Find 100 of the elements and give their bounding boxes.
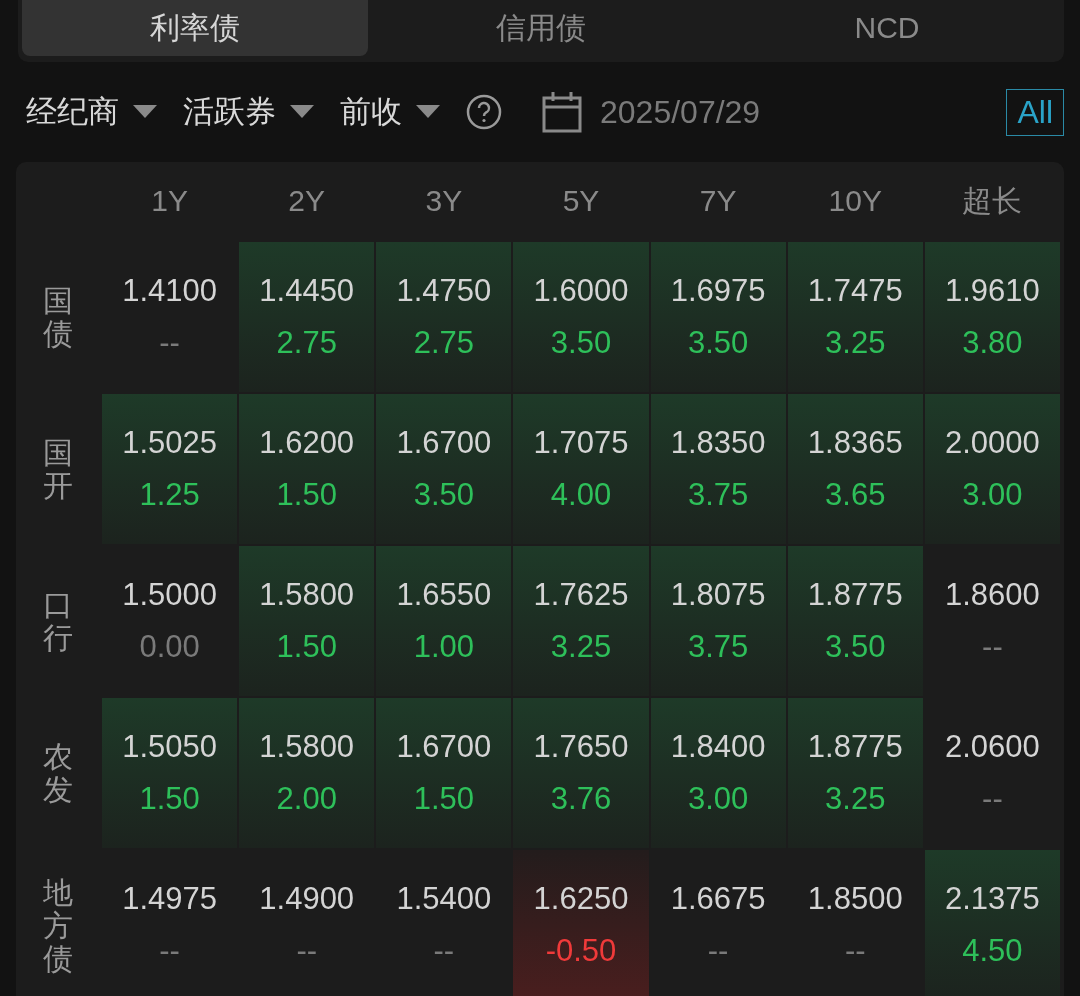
- yield-value: 1.4450: [259, 273, 355, 309]
- change-value: 3.25: [825, 781, 886, 817]
- yield-cell[interactable]: 1.4750 2.75: [376, 242, 512, 392]
- change-value: --: [982, 781, 1003, 817]
- yield-value: 1.5025: [122, 425, 217, 461]
- yield-cell[interactable]: 1.5800 1.50: [239, 546, 375, 696]
- yield-cell[interactable]: 1.8600 --: [924, 546, 1060, 696]
- tab[interactable]: 信用债: [368, 0, 714, 56]
- yield-cell[interactable]: 1.4100 --: [102, 242, 238, 392]
- yield-cell[interactable]: 1.6675 --: [650, 850, 786, 996]
- yield-cell[interactable]: 1.9610 3.80: [924, 242, 1060, 392]
- row-label: 农发: [43, 740, 73, 806]
- change-value: 1.50: [276, 477, 337, 513]
- column-header: 7Y: [698, 183, 738, 219]
- yield-value: 1.6700: [396, 729, 492, 765]
- change-value: 3.50: [550, 325, 612, 361]
- change-value: 3.65: [825, 477, 886, 513]
- yield-cell[interactable]: 1.4900 --: [239, 850, 375, 996]
- change-value: 0.00: [139, 629, 200, 665]
- calendar-icon[interactable]: [542, 91, 582, 133]
- yield-cell[interactable]: 1.6700 1.50: [376, 698, 512, 848]
- tab[interactable]: NCD: [714, 0, 1060, 56]
- change-value: 3.00: [687, 781, 749, 817]
- yield-cell[interactable]: 1.5050 1.50: [102, 698, 238, 848]
- filter-dropdown[interactable]: 经纪商: [26, 91, 157, 133]
- yield-value: 1.4750: [396, 273, 492, 309]
- yield-value: 1.4100: [122, 273, 217, 309]
- yield-cell[interactable]: 1.8400 3.00: [650, 698, 786, 848]
- change-value: 2.75: [276, 325, 337, 361]
- change-value: 3.25: [825, 325, 886, 361]
- change-value: 4.50: [962, 933, 1023, 969]
- yield-cell[interactable]: 1.8775 3.25: [787, 698, 923, 848]
- yield-cell[interactable]: 1.6250 -0.50: [513, 850, 649, 996]
- yield-cell[interactable]: 1.7075 4.00: [513, 394, 649, 544]
- change-value: 3.00: [962, 477, 1023, 513]
- yield-cell[interactable]: 2.0600 --: [924, 698, 1060, 848]
- yield-cell[interactable]: 1.8350 3.75: [650, 394, 786, 544]
- yield-cell[interactable]: 1.6550 1.00: [376, 546, 512, 696]
- yield-cell[interactable]: 1.4450 2.75: [239, 242, 375, 392]
- yield-cell[interactable]: 1.6700 3.50: [376, 394, 512, 544]
- yield-cell[interactable]: 1.8500 --: [787, 850, 923, 996]
- yield-value: 1.5050: [122, 729, 217, 765]
- yield-value: 1.6550: [396, 577, 492, 613]
- yield-cell[interactable]: 1.6975 3.50: [650, 242, 786, 392]
- change-value: --: [982, 629, 1003, 665]
- yield-cell[interactable]: 1.5000 0.00: [102, 546, 238, 696]
- yield-cell[interactable]: 1.6000 3.50: [513, 242, 649, 392]
- row-label: 国债: [43, 284, 73, 350]
- yield-cell[interactable]: 1.5800 2.00: [239, 698, 375, 848]
- yield-value: 1.5400: [396, 881, 492, 917]
- change-value: 3.25: [550, 629, 612, 665]
- change-value: 3.50: [413, 477, 474, 513]
- yield-cell[interactable]: 1.8075 3.75: [650, 546, 786, 696]
- yield-cell[interactable]: 2.0000 3.00: [924, 394, 1060, 544]
- yield-value: 1.8400: [670, 729, 766, 765]
- yield-value: 1.5000: [122, 577, 217, 613]
- yield-cell[interactable]: 1.5400 --: [376, 850, 512, 996]
- change-value: 3.50: [825, 629, 886, 665]
- column-header: 1Y: [150, 183, 189, 219]
- yield-value: 1.9610: [945, 273, 1040, 309]
- caret-icon: [290, 105, 314, 119]
- filter-dropdown[interactable]: 前收: [340, 91, 440, 133]
- yield-value: 1.8600: [945, 577, 1040, 613]
- change-value: 1.25: [139, 477, 200, 513]
- date-text[interactable]: 2025/07/29: [600, 93, 761, 131]
- yield-cell[interactable]: 1.5025 1.25: [102, 394, 238, 544]
- column-header: 5Y: [561, 183, 601, 219]
- yield-cell[interactable]: 1.6200 1.50: [239, 394, 375, 544]
- filter-dropdown[interactable]: 活跃券: [183, 91, 314, 133]
- yield-value: 2.0000: [945, 425, 1040, 461]
- yield-cell[interactable]: 1.8365 3.65: [787, 394, 923, 544]
- change-value: 3.75: [687, 477, 749, 513]
- tab[interactable]: 利率债: [22, 0, 368, 56]
- yield-value: 1.8365: [807, 425, 903, 461]
- change-value: --: [433, 933, 455, 969]
- change-value: --: [844, 933, 866, 969]
- help-icon[interactable]: [466, 94, 502, 130]
- yield-value: 1.7650: [533, 729, 629, 765]
- all-button[interactable]: All: [1006, 88, 1064, 136]
- change-value: -0.50: [545, 933, 617, 969]
- row-label: 国开: [43, 436, 73, 502]
- yield-cell[interactable]: 2.1375 4.50: [924, 850, 1060, 996]
- yield-cell[interactable]: 1.8775 3.50: [787, 546, 923, 696]
- change-value: --: [159, 933, 180, 969]
- yield-cell[interactable]: 1.4975 --: [102, 850, 238, 996]
- yield-value: 1.4975: [122, 881, 217, 917]
- yield-cell[interactable]: 1.7625 3.25: [513, 546, 649, 696]
- yield-cell[interactable]: 1.7650 3.76: [513, 698, 649, 848]
- yield-cell[interactable]: 1.7475 3.25: [787, 242, 923, 392]
- yield-value: 1.8775: [807, 577, 903, 613]
- change-value: 4.00: [550, 477, 612, 513]
- change-value: 3.50: [687, 325, 749, 361]
- yield-value: 1.8500: [807, 881, 903, 917]
- yield-value: 1.8350: [670, 425, 766, 461]
- change-value: 3.80: [962, 325, 1023, 361]
- row-label: 地方债: [43, 875, 73, 975]
- yield-value: 1.8775: [807, 729, 903, 765]
- caret-icon: [133, 105, 157, 119]
- column-header: 3Y: [424, 183, 464, 219]
- yield-value: 1.5800: [259, 577, 355, 613]
